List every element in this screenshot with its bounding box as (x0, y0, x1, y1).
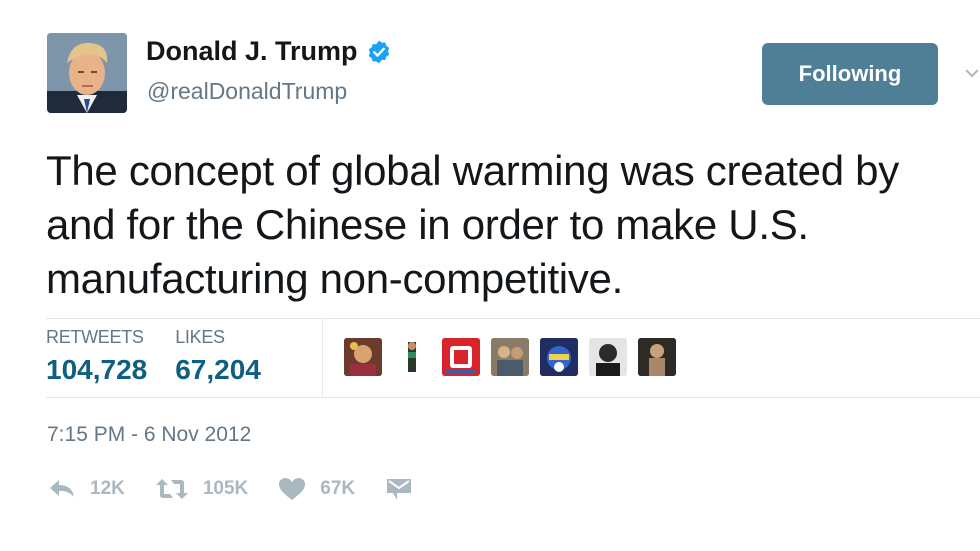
liker-avatar[interactable] (393, 338, 431, 376)
following-button[interactable]: Following (762, 43, 938, 105)
tweet-stats: RETWEETS 104,728 LIKES 67,204 (46, 327, 289, 386)
stats-bottom-divider (46, 397, 980, 398)
like-button[interactable]: 67K (278, 477, 355, 501)
heart-icon (279, 478, 306, 500)
author-handle[interactable]: @realDonaldTrump (147, 78, 347, 105)
reply-icon (50, 480, 74, 497)
retweets-stat[interactable]: RETWEETS 104,728 (46, 327, 147, 386)
chevron-down-icon[interactable] (964, 66, 980, 80)
liker-avatar[interactable] (589, 338, 627, 376)
liker-avatar[interactable] (540, 338, 578, 376)
tweet-actions: 12K 105K 67K (48, 476, 443, 502)
direct-message-button[interactable] (385, 476, 413, 502)
likes-stat[interactable]: LIKES 67,204 (175, 327, 261, 386)
author-avatar[interactable] (47, 33, 127, 113)
likes-label: LIKES (175, 327, 225, 347)
author-name[interactable]: Donald J. Trump (146, 36, 392, 67)
retweets-count: 104,728 (46, 354, 148, 385)
retweets-label: RETWEETS (46, 327, 144, 347)
retweet-count: 105K (202, 478, 249, 499)
retweet-button[interactable]: 105K (155, 477, 248, 501)
retweet-icon (155, 479, 188, 499)
like-count: 67K (320, 478, 356, 499)
tweet-text: The concept of global warming was create… (46, 147, 899, 302)
liker-avatar[interactable] (638, 338, 676, 376)
avatar-portrait (47, 33, 127, 113)
stats-top-divider (46, 318, 980, 319)
stats-vertical-divider (322, 318, 323, 397)
author-display-name: Donald J. Trump (146, 36, 358, 66)
liker-avatars (344, 338, 687, 376)
liker-avatar[interactable] (344, 338, 382, 376)
likes-count: 67,204 (175, 354, 261, 385)
reply-count: 12K (90, 478, 125, 499)
direct-message-icon (387, 479, 412, 500)
liker-avatar[interactable] (442, 338, 480, 376)
tweet-timestamp[interactable]: 7:15 PM - 6 Nov 2012 (47, 423, 251, 447)
verified-badge-icon (366, 39, 392, 65)
reply-button[interactable]: 12K (48, 477, 125, 501)
liker-avatar[interactable] (491, 338, 529, 376)
